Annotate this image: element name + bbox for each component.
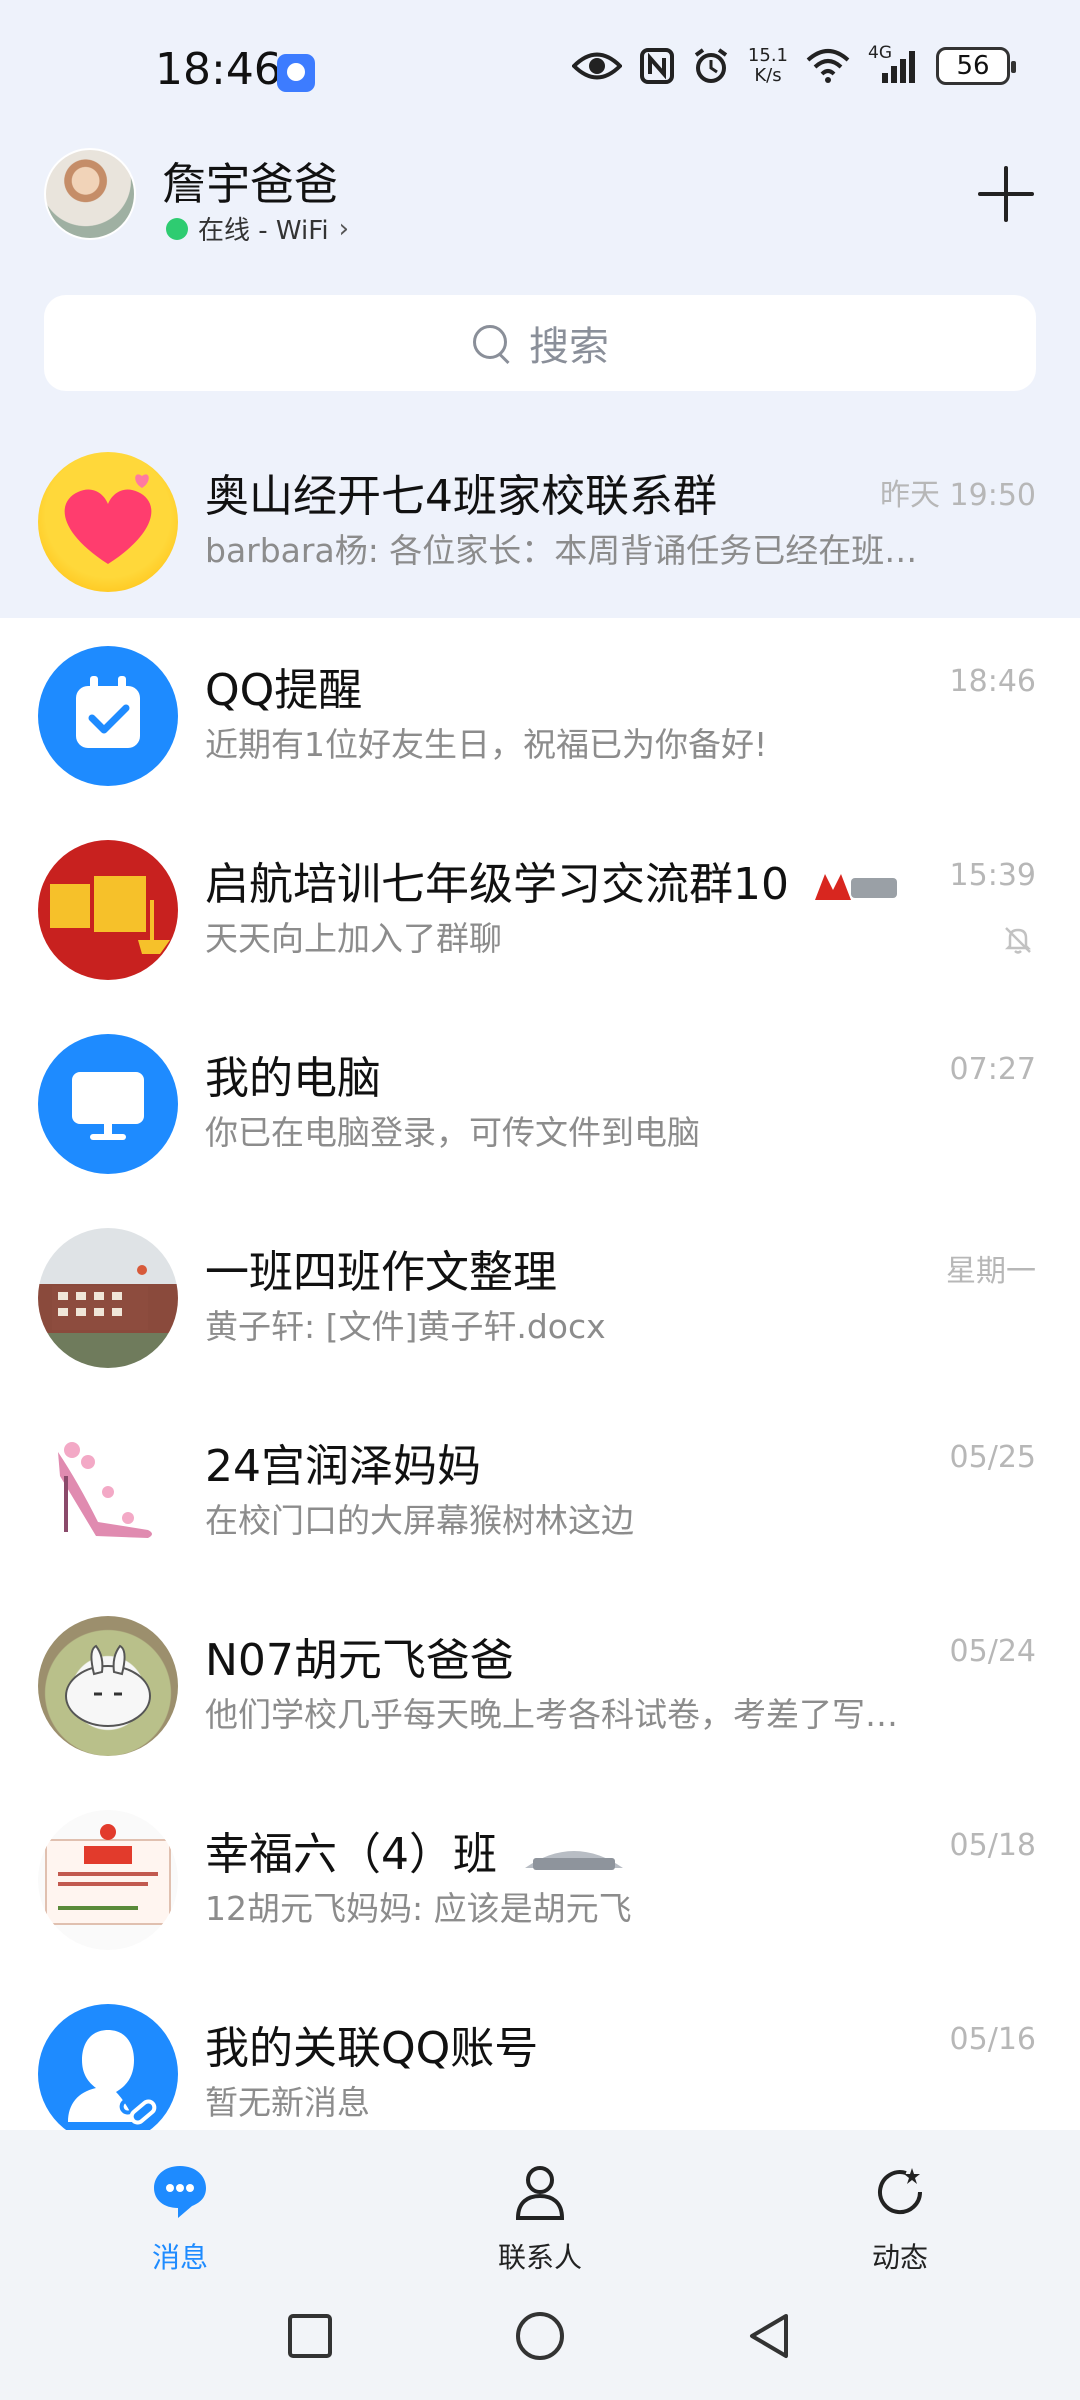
chat-preview: 你已在电脑登录，可传文件到电脑 — [205, 1113, 700, 1152]
tab-contacts[interactable]: 联系人 — [440, 2160, 640, 2276]
chat-title: QQ提醒 — [205, 665, 363, 716]
chat-item[interactable]: 奥山经开七4班家校联系群 barbara杨: 各位家长：本周背诵任务已经在班… … — [0, 424, 1080, 618]
chat-preview: 黄子轩: [文件]黄子轩.docx — [205, 1307, 606, 1346]
linked-account-avatar — [38, 2004, 178, 2144]
chat-title: 我的电脑 — [205, 1053, 381, 1104]
status-icons: 15.1 K/s 4G 56 — [571, 43, 1016, 86]
tab-label: 动态 — [871, 2241, 928, 2274]
chat-preview: 他们学校几乎每天晚上考各科试卷，考差了写… — [205, 1695, 898, 1734]
back-icon[interactable] — [742, 2308, 798, 2364]
person-icon — [515, 2166, 565, 2220]
chat-item[interactable]: 启航培训七年级学习交流群10 天天向上加入了群聊 15:39 — [0, 812, 1080, 1006]
chat-time: 05/16 — [949, 2022, 1036, 2057]
qq-notification-icon — [277, 54, 315, 92]
chat-title: 启航培训七年级学习交流群10 — [205, 848, 901, 912]
monitor-icon — [72, 1072, 144, 1140]
status-time: 18:46 — [155, 44, 282, 95]
chat-preview: 近期有1位好友生日，祝福已为你备好! — [205, 725, 768, 764]
chat-title: 24宫润泽妈妈 — [205, 1441, 481, 1492]
tab-messages[interactable]: 消息 — [80, 2160, 280, 2276]
chat-preview: barbara杨: 各位家长：本周背诵任务已经在班… — [205, 531, 918, 570]
chat-time: 昨天 19:50 — [880, 478, 1036, 513]
tab-label: 联系人 — [497, 2241, 582, 2274]
chat-time: 07:27 — [949, 1052, 1036, 1087]
chat-title: N07胡元飞爸爸 — [205, 1635, 514, 1686]
chat-title: 我的关联QQ账号 — [205, 2023, 539, 2074]
chat-item[interactable]: 一班四班作文整理 黄子轩: [文件]黄子轩.docx 星期一 — [0, 1200, 1080, 1394]
search-placeholder: 搜索 — [529, 324, 609, 370]
chat-time: 05/24 — [949, 1634, 1036, 1669]
chat-item[interactable]: 幸福六（4）班 12胡元飞妈妈: 应该是胡元飞 05/18 — [0, 1782, 1080, 1976]
chat-time: 15:39 — [949, 858, 1036, 893]
heart-icon — [64, 474, 152, 564]
rabbit-icon — [65, 1644, 151, 1727]
alarm-icon — [694, 48, 728, 83]
chat-time: 18:46 — [949, 664, 1036, 699]
contact-avatar — [38, 1616, 178, 1756]
chat-time: 星期一 — [946, 1254, 1036, 1289]
chat-item[interactable]: N07胡元飞爸爸 他们学校几乎每天晚上考各科试卷，考差了写… 05/24 — [0, 1588, 1080, 1782]
calendar-check-icon — [76, 676, 140, 748]
group-badge-icon — [815, 874, 897, 900]
group-avatar — [38, 1228, 178, 1368]
nfc-icon — [639, 48, 674, 84]
group-avatar — [38, 840, 178, 980]
chat-preview: 天天向上加入了群聊 — [205, 919, 502, 958]
online-dot-icon — [166, 217, 188, 240]
tab-label: 消息 — [151, 2241, 208, 2274]
award-certificate-icon — [45, 1824, 171, 1925]
chat-time: 05/18 — [949, 1828, 1036, 1863]
chat-title: 幸福六（4）班 — [205, 1818, 629, 1882]
home-icon[interactable] — [512, 2308, 568, 2364]
reminder-avatar — [38, 646, 178, 786]
chat-preview: 12胡元飞妈妈: 应该是胡元飞 — [205, 1889, 632, 1928]
message-bubble-icon — [154, 2166, 206, 2218]
search-bar[interactable]: 搜索 — [44, 295, 1036, 391]
chat-preview: 在校门口的大屏幕猴树林这边 — [205, 1501, 634, 1540]
status-bar: 18:46 15.1 K/s 4G 56 — [0, 0, 1080, 140]
group-avatar — [38, 1810, 178, 1950]
signal-icon: 4G — [868, 43, 918, 85]
eye-icon — [571, 52, 622, 80]
chat-title: 一班四班作文整理 — [205, 1247, 557, 1298]
group-avatar — [38, 452, 178, 592]
refresh-star-icon — [878, 2168, 923, 2215]
computer-avatar — [38, 1034, 178, 1174]
linked-account-icon — [68, 2030, 157, 2125]
wifi-icon — [806, 49, 850, 83]
recent-apps-icon[interactable] — [282, 2308, 338, 2364]
tab-feed[interactable]: 动态 — [800, 2160, 1000, 2276]
chat-title: 奥山经开七4班家校联系群 — [205, 471, 717, 522]
contact-avatar — [38, 1422, 178, 1562]
profile-name[interactable]: 詹宇爸爸 — [162, 148, 338, 212]
battery-indicator: 56 — [936, 47, 1016, 85]
online-status-label: 在线 - WiFi — [198, 216, 329, 246]
profile-avatar[interactable] — [44, 148, 136, 240]
mute-bell-icon — [1004, 927, 1032, 954]
add-plus-button[interactable] — [976, 164, 1036, 224]
qihang-logo-icon — [50, 876, 170, 954]
system-navigation-bar — [0, 2300, 1080, 2380]
chat-item[interactable]: 我的电脑 你已在电脑登录，可传文件到电脑 07:27 — [0, 1006, 1080, 1200]
group-level-badge-icon — [525, 1851, 623, 1870]
high-heel-icon — [58, 1442, 152, 1538]
chat-preview: 暂无新消息 — [205, 2083, 370, 2122]
chat-time: 05/25 — [949, 1440, 1036, 1475]
building-photo-icon — [52, 1265, 148, 1330]
net-speed: 15.1 K/s — [747, 45, 788, 86]
chevron-right-icon: › — [338, 213, 349, 244]
search-icon — [471, 323, 511, 363]
chat-item[interactable]: 24宫润泽妈妈 在校门口的大屏幕猴树林这边 05/25 — [0, 1394, 1080, 1588]
online-status[interactable]: 在线 - WiFi › — [166, 210, 349, 247]
chat-item[interactable]: QQ提醒 近期有1位好友生日，祝福已为你备好! 18:46 — [0, 618, 1080, 812]
